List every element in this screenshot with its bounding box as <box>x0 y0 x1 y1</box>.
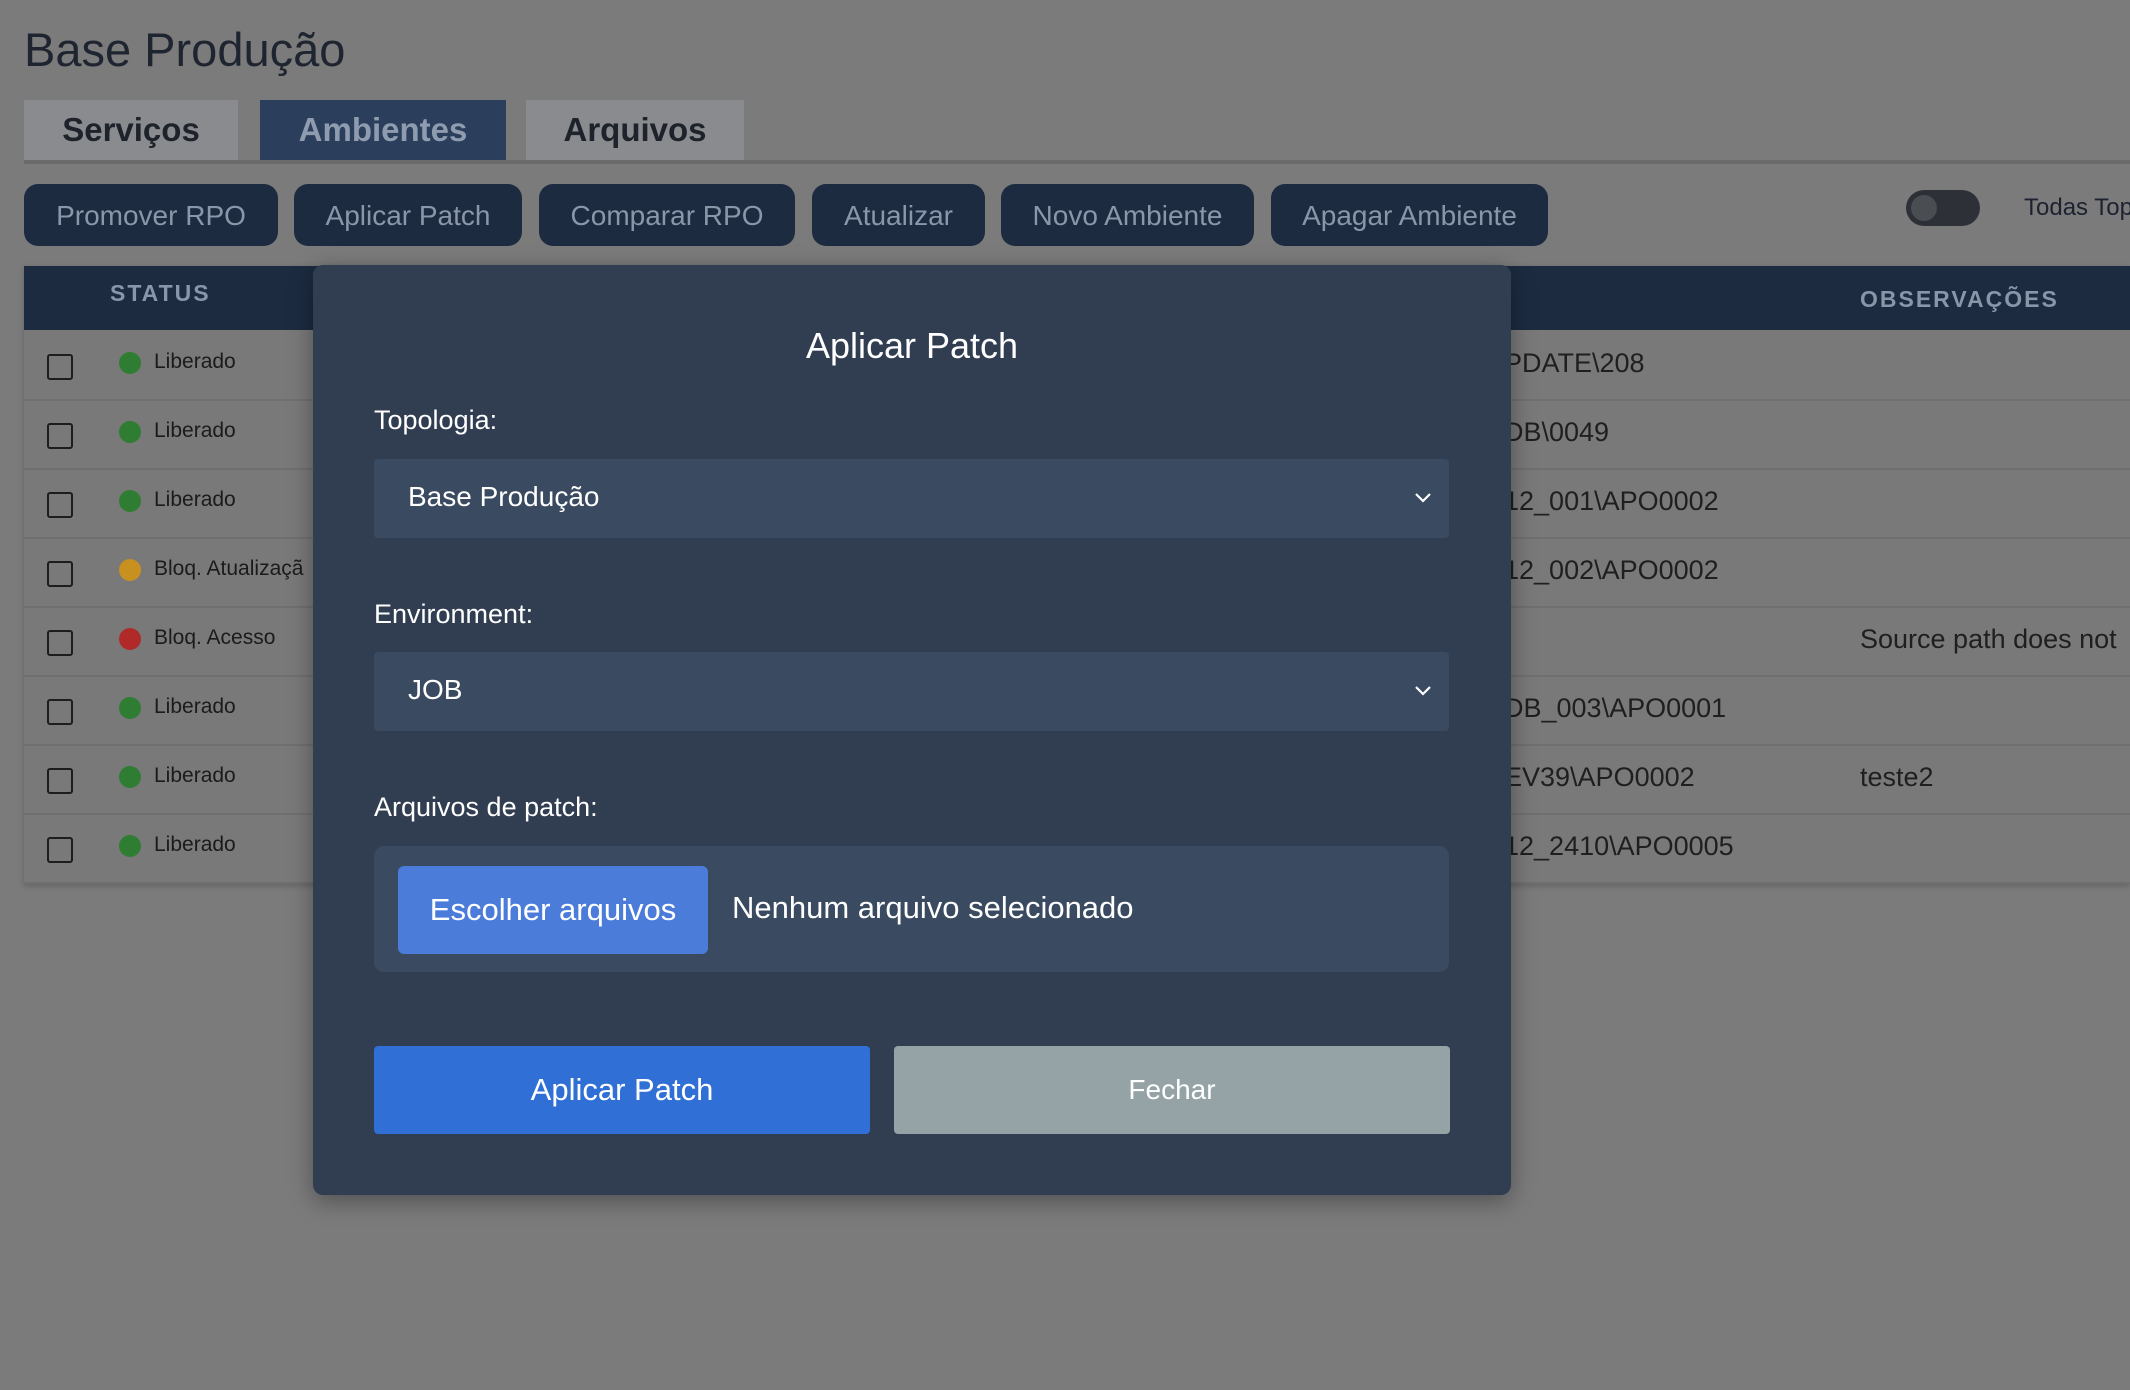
row-checkbox[interactable] <box>47 837 73 863</box>
status-text: Bloq. Acesso <box>154 626 276 649</box>
path-text: DB\0049 <box>1504 417 1610 447</box>
toggle-knob <box>1911 195 1937 221</box>
comparar-rpo-button[interactable]: Comparar RPO <box>539 184 795 246</box>
status-dot-icon <box>119 835 141 857</box>
status-dot-icon <box>119 766 141 788</box>
aplicar-patch-toolbar-button[interactable]: Aplicar Patch <box>294 184 522 246</box>
row-checkbox[interactable] <box>47 699 73 725</box>
chevron-down-icon <box>1415 686 1431 696</box>
status-dot-icon <box>119 628 141 650</box>
promover-rpo-button[interactable]: Promover RPO <box>24 184 278 246</box>
header-status: STATUS <box>110 280 211 306</box>
status-dot-icon <box>119 559 141 581</box>
status-text: Liberado <box>154 488 236 511</box>
header-observacoes: OBSERVAÇÕES <box>1860 286 2059 312</box>
status-text: Liberado <box>154 764 236 787</box>
apagar-ambiente-button[interactable]: Apagar Ambiente <box>1271 184 1548 246</box>
row-checkbox[interactable] <box>47 630 73 656</box>
aplicar-patch-modal: Aplicar Patch Topologia: Base Produção E… <box>313 265 1511 1195</box>
file-status-text: Nenhum arquivo selecionado <box>732 890 1134 925</box>
path-text: EV39\APO0002 <box>1504 762 1695 792</box>
status-text: Bloq. Atualizaçã <box>154 557 304 580</box>
apply-patch-button[interactable]: Aplicar Patch <box>374 1046 870 1134</box>
status-dot-icon <box>119 352 141 374</box>
novo-ambiente-button[interactable]: Novo Ambiente <box>1001 184 1254 246</box>
row-checkbox[interactable] <box>47 492 73 518</box>
todas-topologias-toggle[interactable] <box>1906 190 1980 226</box>
status-text: Liberado <box>154 419 236 442</box>
choose-files-button[interactable]: Escolher arquivos <box>398 866 708 954</box>
status-text: Liberado <box>154 350 236 373</box>
status-text: Liberado <box>154 833 236 856</box>
row-checkbox[interactable] <box>47 561 73 587</box>
tab-arquivos[interactable]: Arquivos <box>526 100 744 160</box>
close-button[interactable]: Fechar <box>894 1046 1450 1134</box>
row-checkbox[interactable] <box>47 423 73 449</box>
chevron-down-icon <box>1415 493 1431 503</box>
modal-title: Aplicar Patch <box>805 325 1019 366</box>
row-checkbox[interactable] <box>47 354 73 380</box>
observacao-text: teste2 <box>1860 762 1934 792</box>
environment-value: JOB <box>408 674 463 705</box>
path-text: 12_001\APO0002 <box>1504 486 1719 516</box>
toggle-label: Todas Top <box>2024 194 2130 221</box>
status-dot-icon <box>119 490 141 512</box>
page: Base Produção Serviços Ambientes Arquivo… <box>0 0 2130 1390</box>
topologia-label: Topologia: <box>374 405 498 435</box>
tab-servicos[interactable]: Serviços <box>24 100 238 160</box>
page-title: Base Produção <box>24 23 346 76</box>
tab-bar: Serviços Ambientes Arquivos <box>24 100 2130 164</box>
row-checkbox[interactable] <box>47 768 73 794</box>
path-text: DB_003\APO0001 <box>1504 693 1727 723</box>
path-text: 12_002\APO0002 <box>1504 555 1719 585</box>
environment-label: Environment: <box>374 599 534 629</box>
status-text: Liberado <box>154 695 236 718</box>
arquivos-patch-label: Arquivos de patch: <box>374 792 598 822</box>
observacao-text: Source path does not <box>1860 624 2117 654</box>
atualizar-button[interactable]: Atualizar <box>812 184 985 246</box>
path-text: PDATE\208 <box>1504 348 1645 378</box>
status-dot-icon <box>119 421 141 443</box>
environment-select[interactable]: JOB <box>374 652 1449 731</box>
topologia-select[interactable]: Base Produção <box>374 459 1449 538</box>
status-dot-icon <box>119 697 141 719</box>
file-input: Escolher arquivos Nenhum arquivo selecio… <box>374 846 1449 972</box>
tab-ambientes[interactable]: Ambientes <box>260 100 506 160</box>
topologia-value: Base Produção <box>408 481 600 512</box>
path-text: 12_2410\APO0005 <box>1504 831 1734 861</box>
